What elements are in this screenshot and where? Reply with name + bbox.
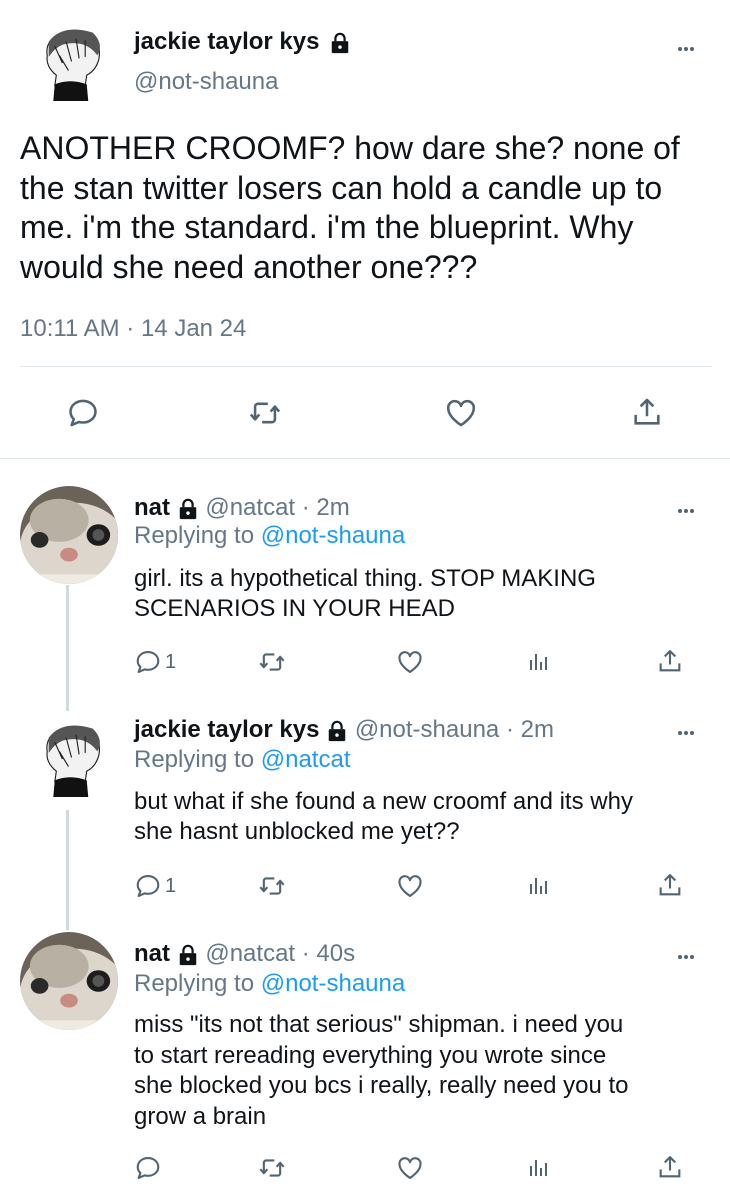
reply-text-line: grow a brain [134,1102,267,1130]
replying-label: Replying to [134,970,261,997]
analytics-icon[interactable] [526,872,550,898]
more-icon[interactable] [678,500,706,513]
lock-icon [177,498,199,520]
lock-icon [326,720,348,742]
share-icon[interactable] [656,647,684,675]
more-icon[interactable] [678,946,706,959]
tweet-text-line: would she need another one??? [20,248,478,285]
retweet-icon[interactable] [256,872,288,900]
replying-to-link[interactable]: @natcat [261,746,351,773]
share-icon[interactable] [656,1153,684,1181]
retweet-icon[interactable] [246,396,284,430]
reply-count: 1 [165,875,177,897]
handle[interactable]: @not-shauna [134,68,278,96]
tweet-text-line: me. i'm the standard. i'm the blueprint.… [20,209,634,245]
reply-header: nat @natcat · 2m [134,494,350,522]
reply-text-line: girl. its a hypothetical thing. STOP MAK… [134,565,596,592]
reply-text: miss "its not that serious" shipman. i n… [134,1010,629,1132]
reply-icon[interactable] [134,1154,162,1182]
analytics-icon[interactable] [526,1154,550,1180]
avatar[interactable] [32,708,108,810]
display-name[interactable]: jackie taylor kys [134,716,319,743]
reply-text-line: she hasnt unblocked me yet?? [134,818,460,845]
timestamp[interactable]: 10:11 AM · 14 Jan 24 [20,315,246,343]
thread-line [66,585,69,711]
reply-header: nat @natcat · 40s [134,940,355,968]
replying-to-link[interactable]: @not-shauna [261,970,405,997]
tweet-text-line: ANOTHER CROOMF? how dare she? none of [20,130,680,166]
reply-icon[interactable] [134,872,162,900]
retweet-icon[interactable] [256,1154,288,1182]
like-icon[interactable] [395,1154,425,1182]
reply-icon[interactable] [66,396,100,430]
share-icon[interactable] [630,395,664,429]
tweet-text: ANOTHER CROOMF? how dare she? none of th… [20,129,680,287]
avatar[interactable] [20,486,118,584]
display-name[interactable]: jackie taylor kys [134,28,319,55]
display-name[interactable]: nat [134,494,170,521]
like-icon[interactable] [395,872,425,900]
reply-text-line: but what if she found a new croomf and i… [134,788,633,815]
thread-line [66,810,69,930]
display-name[interactable]: nat [134,940,170,967]
replying-to: Replying to @not-shauna [134,970,405,998]
more-icon[interactable] [678,722,706,735]
replying-label: Replying to [134,522,261,549]
handle-time[interactable]: @natcat · 2m [205,494,349,521]
author-name-row: jackie taylor kys [134,28,351,56]
lock-icon [177,944,199,966]
handle-time[interactable]: @not-shauna · 2m [355,716,554,743]
avatar[interactable] [32,12,108,114]
share-icon[interactable] [656,871,684,899]
lock-icon [329,32,351,54]
like-icon[interactable] [395,648,425,676]
reply-count: 1 [165,651,177,673]
reply-text-line: to start rereading everything you wrote … [134,1041,607,1069]
replying-to: Replying to @natcat [134,746,351,774]
replying-to-link[interactable]: @not-shauna [261,522,405,549]
reply-text-line: miss "its not that serious" shipman. i n… [134,1011,624,1038]
replying-label: Replying to [134,746,261,773]
handle-time[interactable]: @natcat · 40s [205,940,355,967]
more-icon[interactable] [678,38,706,51]
avatar[interactable] [20,932,118,1030]
like-icon[interactable] [443,396,479,430]
retweet-icon[interactable] [256,648,288,676]
tweet-text-line: the stan twitter losers can hold a candl… [20,169,663,206]
reply-text: girl. its a hypothetical thing. STOP MAK… [134,564,596,624]
analytics-icon[interactable] [526,648,550,674]
reply-icon[interactable] [134,648,162,676]
reply-text-line: she blocked you bcs i really, really nee… [134,1072,629,1099]
reply-text-line: SCENARIOS IN YOUR HEAD [134,595,455,622]
divider [20,366,712,367]
reply-header: jackie taylor kys @not-shauna · 2m [134,716,554,744]
divider [0,458,730,459]
replying-to: Replying to @not-shauna [134,522,405,550]
reply-text: but what if she found a new croomf and i… [134,787,633,847]
